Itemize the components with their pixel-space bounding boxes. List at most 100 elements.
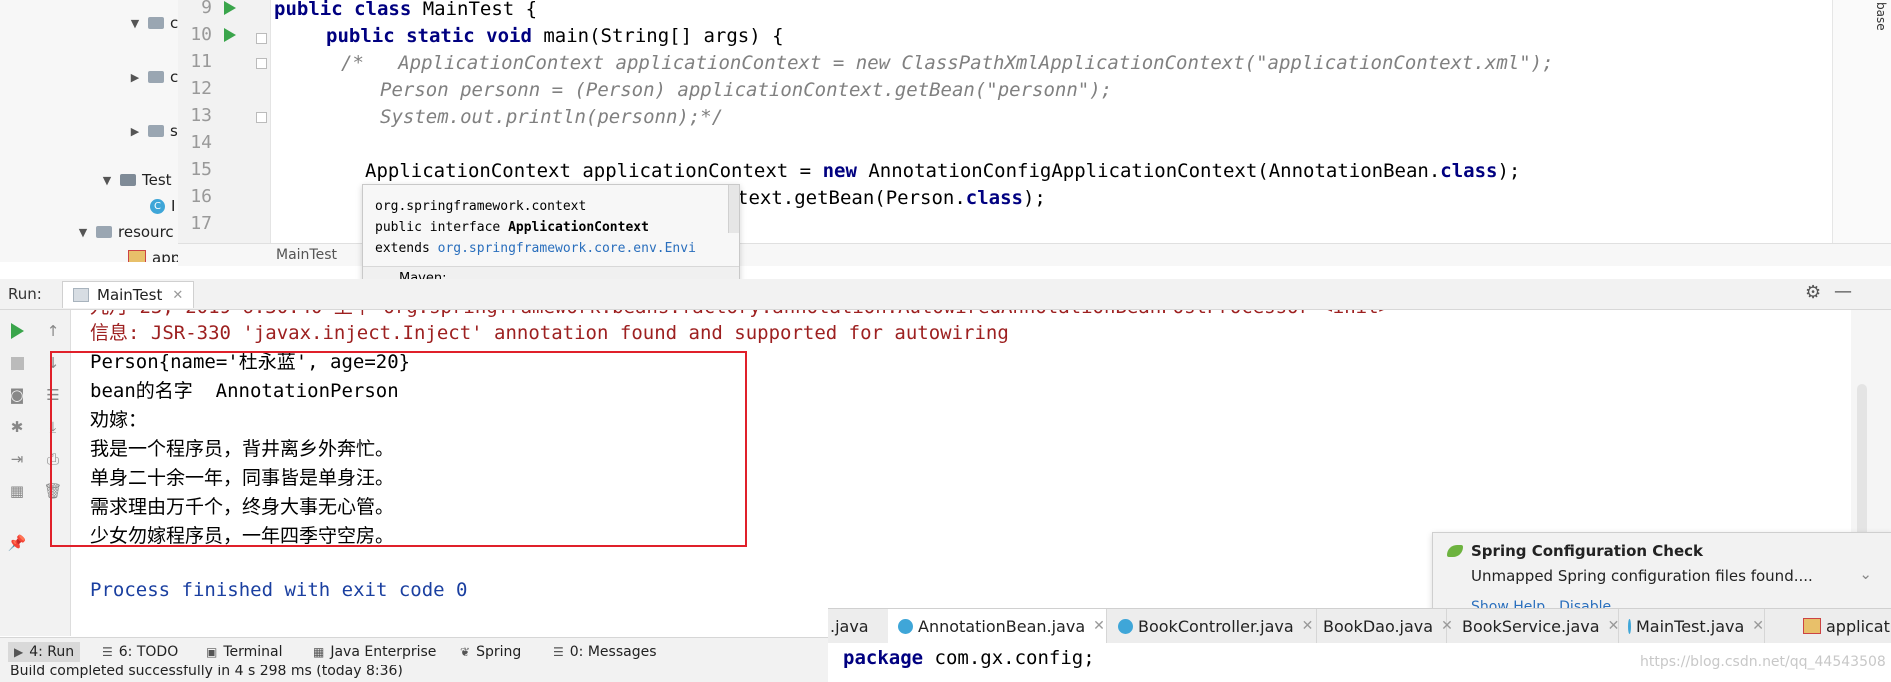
editor-tab-label: applicati bbox=[1826, 616, 1891, 636]
code-text: main(String[] args) { bbox=[531, 25, 784, 47]
doc-decl-name: ApplicationContext bbox=[508, 220, 649, 235]
project-tree: ▼ c ▶ c ▶ s ▼ Test CI ▼ resourc app bbox=[0, 0, 178, 262]
editor-tab[interactable]: MainTest.java ✕ bbox=[1618, 609, 1765, 643]
code-line: ApplicationContext applicationContext = … bbox=[365, 158, 1520, 185]
line-number: 13 bbox=[190, 105, 212, 126]
tree-item-label: app bbox=[152, 249, 178, 262]
run-gutter-icon[interactable] bbox=[224, 28, 236, 42]
tool-tab-label: Java Enterprise bbox=[330, 644, 437, 660]
rerun-icon[interactable] bbox=[6, 320, 28, 342]
doc-extends-link[interactable]: org.springframework.core.env.Envi bbox=[438, 241, 696, 256]
fold-marker-icon[interactable] bbox=[256, 58, 267, 69]
tree-item[interactable]: ▶ s bbox=[128, 118, 178, 144]
chevron-right-icon[interactable]: ▶ bbox=[128, 71, 142, 84]
editor-tab[interactable]: BookDao.java ✕ bbox=[1308, 609, 1453, 643]
minimize-icon[interactable]: — bbox=[1834, 281, 1852, 302]
line-number: 16 bbox=[190, 186, 212, 207]
folder-icon bbox=[120, 174, 136, 186]
close-icon[interactable]: ✕ bbox=[172, 288, 183, 303]
fold-marker-icon[interactable] bbox=[256, 112, 267, 123]
line-number: 11 bbox=[190, 51, 212, 72]
run-config-tab[interactable]: MainTest ✕ bbox=[62, 281, 195, 308]
console-line: 九月 23, 2019 6:30:40 上午 org.springframewo… bbox=[90, 310, 1390, 320]
stop-icon[interactable] bbox=[6, 352, 28, 374]
notification-body: Unmapped Spring configuration files foun… bbox=[1471, 567, 1813, 585]
tree-item[interactable]: ▼ resourc bbox=[76, 219, 174, 245]
keyword: new bbox=[822, 160, 857, 182]
code-line: Person personn = (Person) applicationCon… bbox=[380, 79, 1113, 101]
chevron-down-icon[interactable]: ▼ bbox=[128, 17, 142, 30]
keyword: public static void bbox=[326, 25, 532, 47]
editor-scrollbar[interactable]: base bbox=[1832, 0, 1891, 243]
up-arrow-icon[interactable]: ↑ bbox=[42, 320, 64, 342]
editor-tab[interactable]: .java bbox=[828, 609, 889, 643]
watermark: https://blog.csdn.net/qq_44543508 bbox=[1640, 654, 1886, 670]
code-text: text.getBean(Person. bbox=[737, 187, 966, 209]
doc-declaration: public interface ApplicationContext bbox=[375, 220, 649, 235]
line-number: 9 bbox=[201, 0, 212, 18]
tool-tab-terminal[interactable]: ▣ Terminal bbox=[206, 642, 283, 662]
spring-icon: ❦ bbox=[460, 645, 471, 659]
run-gutter-icon[interactable] bbox=[224, 1, 236, 15]
editor-tab-label: BookService.java bbox=[1462, 616, 1600, 636]
close-icon[interactable]: ✕ bbox=[1093, 618, 1105, 634]
run-tool-header: Run: MainTest ✕ bbox=[0, 279, 1891, 310]
doc-package: org.springframework.context bbox=[375, 199, 587, 214]
pin-icon[interactable]: 📌 bbox=[6, 532, 28, 554]
editor-tab[interactable]: applicati bbox=[1795, 609, 1891, 643]
tree-item[interactable]: CI bbox=[150, 193, 175, 219]
terminal-icon: ▣ bbox=[206, 645, 218, 659]
editor-tab-active[interactable]: AnnotationBean.java ✕ bbox=[888, 609, 1107, 643]
notification-balloon[interactable]: Spring Configuration Check Unmapped Spri… bbox=[1432, 532, 1891, 618]
run-tab-label: MainTest bbox=[97, 286, 163, 304]
camera-icon[interactable]: ◙ bbox=[6, 384, 28, 406]
spring-leaf-icon bbox=[1447, 545, 1463, 557]
keyword: package bbox=[843, 647, 924, 669]
tree-item[interactable]: ▼ Test bbox=[100, 167, 172, 193]
layout-icon[interactable]: ▦ bbox=[6, 480, 28, 502]
fold-marker-icon[interactable] bbox=[256, 33, 267, 44]
console-line: Process finished with exit code 0 bbox=[90, 579, 468, 601]
quick-doc-popup[interactable]: org.springframework.context public inter… bbox=[362, 184, 740, 290]
folder-icon bbox=[96, 226, 112, 238]
editor-tab[interactable]: BookService.java ✕ bbox=[1447, 609, 1619, 643]
status-bar: Build completed successfully in 4 s 298 … bbox=[0, 665, 828, 682]
class-icon bbox=[898, 618, 913, 634]
tree-item[interactable]: ▶ c bbox=[128, 64, 178, 90]
exit-icon[interactable]: ⇥ bbox=[6, 448, 28, 470]
chevron-right-icon[interactable]: ▶ bbox=[128, 125, 142, 138]
run-config-icon bbox=[73, 288, 89, 302]
console-line: 信息: JSR-330 'javax.inject.Inject' annota… bbox=[90, 322, 1009, 344]
chevron-down-icon[interactable]: ▼ bbox=[76, 226, 90, 239]
tree-item[interactable]: ▼ c bbox=[128, 10, 178, 36]
code-line: /* ApplicationContext applicationContext… bbox=[341, 52, 1554, 74]
gear-icon[interactable]: ⚙ bbox=[1805, 282, 1821, 303]
tool-tab-todo[interactable]: ☰ 6: TODO bbox=[102, 642, 178, 662]
close-icon[interactable]: ✕ bbox=[1752, 618, 1764, 634]
messages-icon: ☰ bbox=[553, 645, 564, 659]
doc-extends: extends org.springframework.core.env.Env… bbox=[375, 241, 696, 256]
run-icon: ▶ bbox=[14, 645, 24, 659]
xml-file-icon bbox=[1803, 618, 1821, 634]
tool-tab-spring[interactable]: ❦ Spring bbox=[460, 642, 521, 662]
chevron-down-icon[interactable]: ⌄ bbox=[1859, 565, 1872, 583]
breadcrumb-item[interactable]: MainTest bbox=[276, 247, 337, 263]
xml-file-icon bbox=[128, 249, 146, 262]
tool-tab-label: Spring bbox=[476, 644, 522, 660]
chevron-down-icon[interactable]: ▼ bbox=[100, 174, 114, 187]
tool-tab-run[interactable]: ▶ 4: Run bbox=[8, 642, 81, 662]
line-number: 10 bbox=[190, 24, 212, 45]
editor-tab-label: .java bbox=[830, 616, 869, 636]
code-text: ); bbox=[1022, 187, 1046, 209]
class-icon bbox=[1118, 618, 1133, 634]
debug-icon[interactable]: ✱ bbox=[6, 416, 28, 438]
class-icon bbox=[1628, 618, 1631, 634]
tool-tab-java-enterprise[interactable]: ▦ Java Enterprise bbox=[313, 642, 436, 662]
tree-item-label: s bbox=[170, 122, 178, 140]
editor-tab[interactable]: BookController.java ✕ bbox=[1108, 609, 1317, 643]
side-tool-tab[interactable]: base bbox=[1870, 0, 1891, 243]
tool-tab-messages[interactable]: ☰ 0: Messages bbox=[553, 642, 657, 662]
tree-item[interactable]: app bbox=[128, 245, 178, 262]
doc-scrollbar[interactable] bbox=[728, 185, 739, 233]
tree-item-label: c bbox=[170, 14, 178, 32]
